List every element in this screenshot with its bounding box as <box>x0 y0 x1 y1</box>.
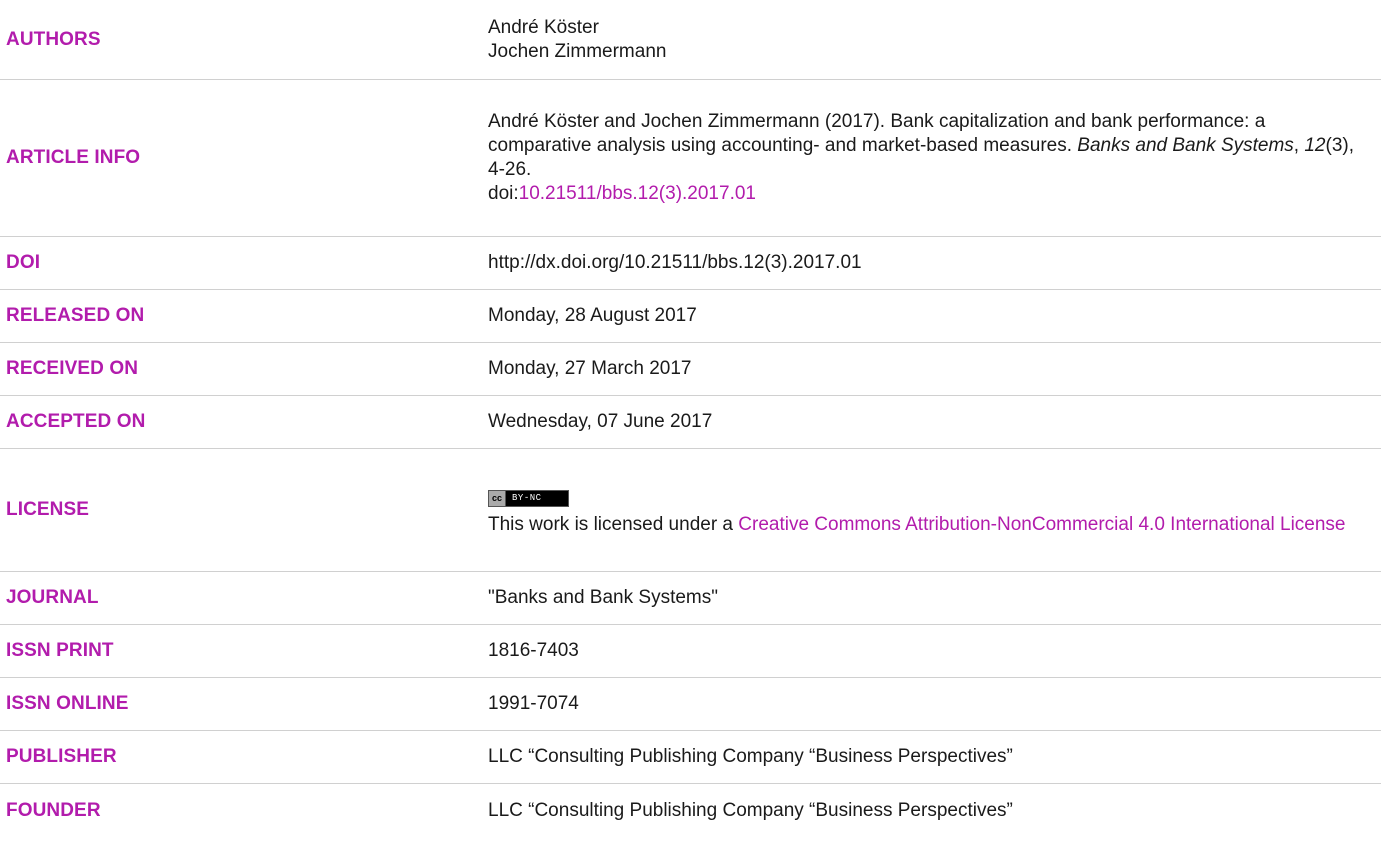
license-link[interactable]: Creative Commons Attribution-NonCommerci… <box>738 514 1345 535</box>
doi-link[interactable]: 10.21511/bbs.12(3).2017.01 <box>519 183 756 204</box>
publisher-label: PUBLISHER <box>6 746 117 767</box>
article-info-value: André Köster and Jochen Zimmermann (2017… <box>488 110 1381 206</box>
journal-label: JOURNAL <box>6 587 99 608</box>
doi-value: http://dx.doi.org/10.21511/bbs.12(3).201… <box>488 252 862 273</box>
released-on-value: Monday, 28 August 2017 <box>488 305 697 326</box>
authors-label: AUTHORS <box>6 28 101 50</box>
journal-value: "Banks and Bank Systems" <box>488 587 718 608</box>
doi-label: DOI <box>6 252 41 273</box>
released-on-row: RELEASED ON Monday, 28 August 2017 <box>0 290 1381 343</box>
license-value: cc BY-NC This work is licensed under a C… <box>488 484 1381 537</box>
founder-row: FOUNDER LLC “Consulting Publishing Compa… <box>0 784 1381 837</box>
received-on-label: RECEIVED ON <box>6 358 139 379</box>
accepted-on-row: ACCEPTED ON Wednesday, 07 June 2017 <box>0 396 1381 449</box>
authors-value: André Köster Jochen Zimmermann <box>488 16 1381 64</box>
article-metadata-table: AUTHORS André Köster Jochen Zimmermann A… <box>0 0 1381 837</box>
received-on-value: Monday, 27 March 2017 <box>488 358 692 379</box>
accepted-on-label: ACCEPTED ON <box>6 411 146 432</box>
cc-logo-icon: cc <box>489 490 507 506</box>
issn-online-value: 1991-7074 <box>488 693 579 714</box>
accepted-on-value: Wednesday, 07 June 2017 <box>488 411 713 432</box>
issn-print-row: ISSN PRINT 1816-7403 <box>0 625 1381 678</box>
doi-prefix: doi: <box>488 183 519 204</box>
cc-by-nc-badge-icon: cc BY-NC <box>488 489 569 507</box>
journal-row: JOURNAL "Banks and Bank Systems" <box>0 572 1381 625</box>
author-name: André Köster <box>488 16 599 38</box>
cc-badge-text: BY-NC <box>512 493 542 503</box>
founder-value: LLC “Consulting Publishing Company “Busi… <box>488 799 1013 821</box>
doi-row: DOI http://dx.doi.org/10.21511/bbs.12(3)… <box>0 237 1381 290</box>
citation-volume: 12 <box>1304 135 1326 156</box>
released-on-label: RELEASED ON <box>6 305 145 326</box>
publisher-row: PUBLISHER LLC “Consulting Publishing Com… <box>0 731 1381 784</box>
citation-journal: Banks and Bank Systems <box>1077 135 1294 156</box>
article-info-row: ARTICLE INFO André Köster and Jochen Zim… <box>0 80 1381 237</box>
issn-online-row: ISSN ONLINE 1991-7074 <box>0 678 1381 731</box>
issn-print-label: ISSN PRINT <box>6 640 114 661</box>
issn-print-value: 1816-7403 <box>488 640 579 661</box>
article-info-label: ARTICLE INFO <box>6 147 141 168</box>
author-name: Jochen Zimmermann <box>488 40 667 62</box>
received-on-row: RECEIVED ON Monday, 27 March 2017 <box>0 343 1381 396</box>
license-prefix: This work is licensed under a <box>488 513 739 535</box>
authors-row: AUTHORS André Köster Jochen Zimmermann <box>0 0 1381 80</box>
citation-separator: , <box>1293 135 1305 156</box>
license-row: LICENSE cc BY-NC This work is licensed u… <box>0 449 1381 572</box>
issn-online-label: ISSN ONLINE <box>6 693 129 714</box>
publisher-value: LLC “Consulting Publishing Company “Busi… <box>488 746 1013 767</box>
license-label: LICENSE <box>6 499 90 520</box>
founder-label: FOUNDER <box>6 799 101 821</box>
